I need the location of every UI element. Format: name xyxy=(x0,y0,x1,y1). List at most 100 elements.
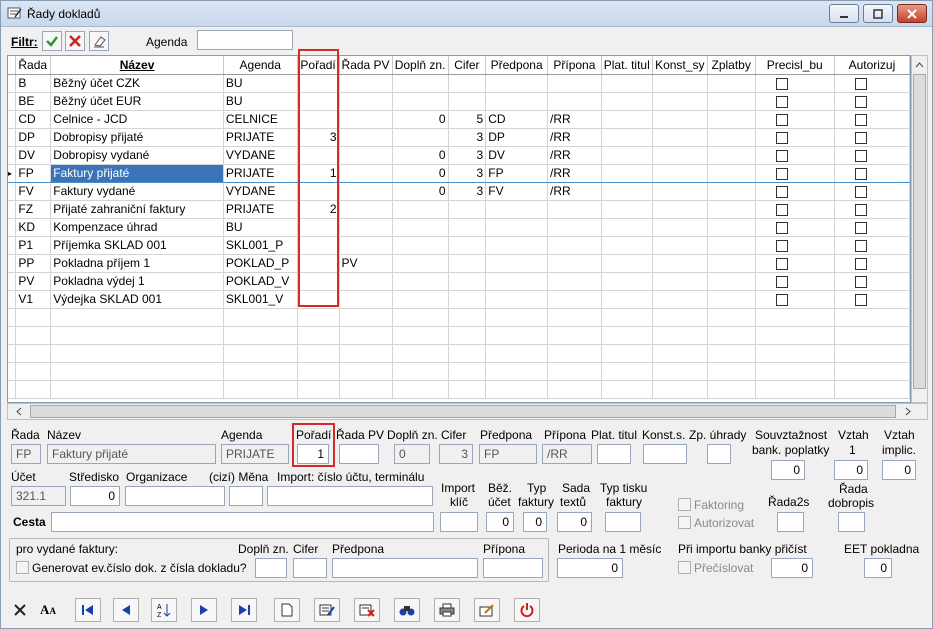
row-checkbox[interactable] xyxy=(775,77,788,90)
table-cell[interactable] xyxy=(392,254,449,273)
table-cell[interactable]: /RR xyxy=(547,146,602,165)
table-cell[interactable] xyxy=(392,290,449,309)
table-cell[interactable]: /RR xyxy=(547,110,602,129)
new-record-button[interactable] xyxy=(274,598,300,622)
table-cell[interactable]: /RR xyxy=(547,163,602,183)
table-cell[interactable] xyxy=(392,218,449,237)
table-cell[interactable]: VYDANE xyxy=(223,146,298,165)
column-header[interactable]: Plat. titul xyxy=(601,56,653,75)
table-cell[interactable] xyxy=(707,74,756,93)
font-button[interactable]: AA xyxy=(35,598,61,622)
v-doplnzn-field[interactable] xyxy=(255,558,287,578)
column-header[interactable]: Přípona xyxy=(547,56,602,75)
column-header[interactable]: Agenda xyxy=(223,56,298,75)
import-field[interactable] xyxy=(267,486,433,506)
table-cell[interactable]: B xyxy=(15,74,52,93)
column-header[interactable]: Předpona xyxy=(485,56,549,75)
table-cell[interactable]: Běžný účet EUR xyxy=(50,92,224,111)
table-cell[interactable] xyxy=(834,92,910,111)
row-checkbox[interactable] xyxy=(775,221,788,234)
table-cell[interactable]: 3 xyxy=(448,146,487,165)
v-pripona-field[interactable] xyxy=(483,558,543,578)
table-cell[interactable] xyxy=(601,163,653,183)
konsts-field[interactable] xyxy=(643,444,687,464)
row-checkbox[interactable] xyxy=(775,185,788,198)
rada-field[interactable]: FP xyxy=(11,444,41,464)
table-cell[interactable] xyxy=(755,272,835,291)
row-checkbox[interactable] xyxy=(854,167,867,180)
table-cell[interactable]: Přijaté zahraniční faktury xyxy=(50,200,224,219)
table-cell[interactable] xyxy=(755,74,835,93)
exit-button[interactable] xyxy=(514,598,540,622)
table-cell[interactable] xyxy=(392,128,449,147)
table-cell[interactable]: Běžný účet CZK xyxy=(50,74,224,93)
table-cell[interactable] xyxy=(755,182,835,201)
vertical-scroll-thumb[interactable] xyxy=(913,74,926,389)
table-cell[interactable]: DP xyxy=(485,128,549,147)
table-cell[interactable]: CD xyxy=(15,110,52,129)
table-cell[interactable] xyxy=(485,272,549,291)
table-cell[interactable] xyxy=(755,110,835,129)
stredisko-field[interactable]: 0 xyxy=(70,486,120,506)
table-cell[interactable] xyxy=(339,218,393,237)
table-cell[interactable]: 3 xyxy=(448,163,487,183)
table-cell[interactable] xyxy=(392,200,449,219)
table-cell[interactable] xyxy=(339,182,393,201)
row-checkbox[interactable] xyxy=(854,203,867,216)
table-cell[interactable] xyxy=(339,236,393,255)
table-cell[interactable] xyxy=(601,110,653,129)
table-cell[interactable] xyxy=(834,74,910,93)
filter-apply-button[interactable] xyxy=(42,31,62,51)
table-cell[interactable] xyxy=(707,254,756,273)
row-checkbox[interactable] xyxy=(775,167,788,180)
plattitul-field[interactable] xyxy=(597,444,631,464)
table-row[interactable]: ▸ FP Faktury přijaté PRIJATE 1 0 3 FP/RR xyxy=(8,163,910,183)
table-cell[interactable]: POKLAD_P xyxy=(223,254,298,273)
table-cell[interactable] xyxy=(652,92,708,111)
precislovat-checkbox[interactable] xyxy=(678,561,691,574)
delete-record-button[interactable] xyxy=(354,598,380,622)
autorizovat-checkbox[interactable] xyxy=(678,516,691,529)
table-cell[interactable]: KD xyxy=(15,218,52,237)
table-cell[interactable] xyxy=(601,236,653,255)
table-cell[interactable] xyxy=(547,272,602,291)
table-cell[interactable]: DV xyxy=(15,146,52,165)
table-cell[interactable] xyxy=(707,200,756,219)
table-cell[interactable] xyxy=(339,272,393,291)
table-cell[interactable]: Dobropisy vydané xyxy=(50,146,224,165)
table-row[interactable]: B Běžný účet CZK BU xyxy=(8,74,910,93)
table-cell[interactable] xyxy=(652,290,708,309)
prev-record-button[interactable] xyxy=(113,598,139,622)
vztahimp-field[interactable]: 0 xyxy=(882,460,916,480)
eet-field[interactable]: 0 xyxy=(864,558,892,578)
table-cell[interactable] xyxy=(707,163,756,183)
table-cell[interactable] xyxy=(448,236,487,255)
filter-clear-button[interactable] xyxy=(89,31,109,51)
row-checkbox[interactable] xyxy=(854,77,867,90)
bezucet-field[interactable]: 0 xyxy=(486,512,514,532)
table-cell[interactable] xyxy=(755,92,835,111)
table-row[interactable]: PP Pokladna příjem 1 POKLAD_P PV xyxy=(8,254,910,273)
table-cell[interactable] xyxy=(392,272,449,291)
row-checkbox[interactable] xyxy=(854,131,867,144)
table-cell[interactable] xyxy=(485,254,549,273)
table-cell[interactable] xyxy=(485,74,549,93)
column-header[interactable]: Precisl_bu xyxy=(755,56,835,75)
tools-button[interactable] xyxy=(474,598,500,622)
table-cell[interactable] xyxy=(547,236,602,255)
table-cell[interactable]: PRIJATE xyxy=(223,163,298,183)
table-cell[interactable]: FP xyxy=(485,163,549,183)
mena-field[interactable] xyxy=(229,486,263,506)
table-cell[interactable]: Kompenzace úhrad xyxy=(50,218,224,237)
table-cell[interactable]: Příjemka SKLAD 001 xyxy=(50,236,224,255)
table-cell[interactable] xyxy=(755,254,835,273)
table-cell[interactable] xyxy=(547,290,602,309)
table-cell[interactable] xyxy=(448,218,487,237)
column-header[interactable]: Řada PV xyxy=(339,56,393,75)
row-checkbox[interactable] xyxy=(854,293,867,306)
table-cell[interactable]: PP xyxy=(15,254,52,273)
table-cell[interactable]: BU xyxy=(223,74,298,93)
organizace-field[interactable] xyxy=(125,486,225,506)
last-record-button[interactable] xyxy=(231,598,257,622)
rada2s-field[interactable] xyxy=(777,512,804,532)
